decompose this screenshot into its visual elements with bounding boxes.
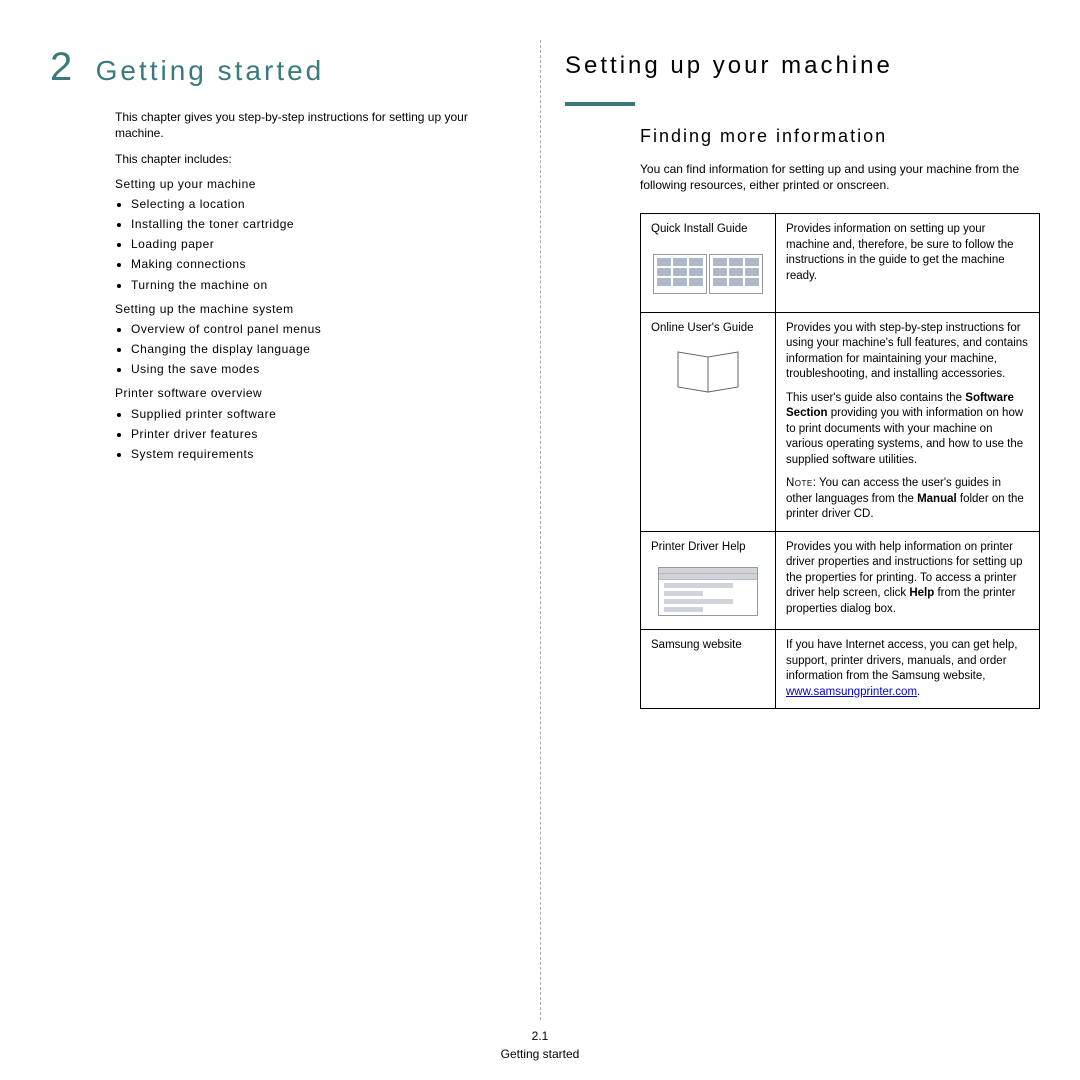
- toc-group-heading: Printer software overview: [115, 385, 515, 401]
- toc-item[interactable]: Using the save modes: [131, 361, 515, 377]
- dialog-window-icon: [651, 561, 765, 621]
- page-label: Getting started: [0, 1046, 1080, 1062]
- resource-label: Quick Install Guide: [651, 222, 765, 238]
- toc-item[interactable]: Selecting a location: [131, 196, 515, 212]
- section-heading: Setting up your machine: [565, 50, 1030, 82]
- resource-label: Samsung website: [651, 638, 765, 654]
- resource-label-cell: Samsung website: [641, 630, 776, 709]
- column-divider: [540, 40, 541, 1020]
- open-book-icon: [651, 342, 765, 402]
- toc-group-heading: Setting up your machine: [115, 176, 515, 192]
- resource-label-cell: Quick Install Guide: [641, 214, 776, 313]
- table-row: Samsung website If you have Internet acc…: [641, 630, 1040, 709]
- toc-item[interactable]: Turning the machine on: [131, 277, 515, 293]
- chapter-title: Getting started: [96, 52, 325, 90]
- resource-label-cell: Online User's Guide: [641, 312, 776, 531]
- table-row: Printer Driver Help Provides you w: [641, 531, 1040, 630]
- table-row: Quick Install Guide Provides information…: [641, 214, 1040, 313]
- resource-description: Provides you with step-by-step instructi…: [776, 312, 1040, 531]
- toc-item[interactable]: Overview of control panel menus: [131, 321, 515, 337]
- toc-group: Supplied printer software Printer driver…: [115, 406, 515, 463]
- resource-label-cell: Printer Driver Help: [641, 531, 776, 630]
- page-footer: 2.1 Getting started: [0, 1028, 1080, 1062]
- resource-description: Provides information on setting up your …: [776, 214, 1040, 313]
- toc-item[interactable]: Printer driver features: [131, 426, 515, 442]
- subsection-intro: You can find information for setting up …: [640, 161, 1030, 193]
- toc-group-heading: Setting up the machine system: [115, 301, 515, 317]
- quick-install-guide-icon: [651, 244, 765, 304]
- table-row: Online User's Guide Provides you with st…: [641, 312, 1040, 531]
- page: 2 Getting started This chapter gives you…: [0, 0, 1080, 1080]
- toc-item[interactable]: Making connections: [131, 256, 515, 272]
- toc-group: Selecting a location Installing the tone…: [115, 196, 515, 293]
- resource-label: Online User's Guide: [651, 321, 765, 337]
- chapter-number: 2: [50, 40, 72, 94]
- toc-item[interactable]: System requirements: [131, 446, 515, 462]
- chapter-intro: This chapter gives you step-by-step inst…: [115, 109, 515, 141]
- chapter-heading: 2 Getting started: [50, 40, 515, 94]
- toc-group: Overview of control panel menus Changing…: [115, 321, 515, 378]
- resources-table: Quick Install Guide Provides information…: [640, 213, 1040, 709]
- samsung-website-link[interactable]: www.samsungprinter.com: [786, 686, 917, 698]
- accent-rule: [565, 102, 635, 106]
- includes-label: This chapter includes:: [115, 151, 515, 167]
- resource-label: Printer Driver Help: [651, 540, 765, 556]
- page-number: 2.1: [0, 1028, 1080, 1044]
- toc-item[interactable]: Installing the toner cartridge: [131, 216, 515, 232]
- left-column: 2 Getting started This chapter gives you…: [50, 40, 540, 1060]
- toc-item[interactable]: Changing the display language: [131, 341, 515, 357]
- toc-item[interactable]: Loading paper: [131, 236, 515, 252]
- resource-description: Provides you with help information on pr…: [776, 531, 1040, 630]
- subsection-heading: Finding more information: [640, 124, 1030, 148]
- right-column: Setting up your machine Finding more inf…: [540, 40, 1030, 1060]
- note-label: Note: [786, 477, 813, 489]
- resource-description: If you have Internet access, you can get…: [776, 630, 1040, 709]
- toc-item[interactable]: Supplied printer software: [131, 406, 515, 422]
